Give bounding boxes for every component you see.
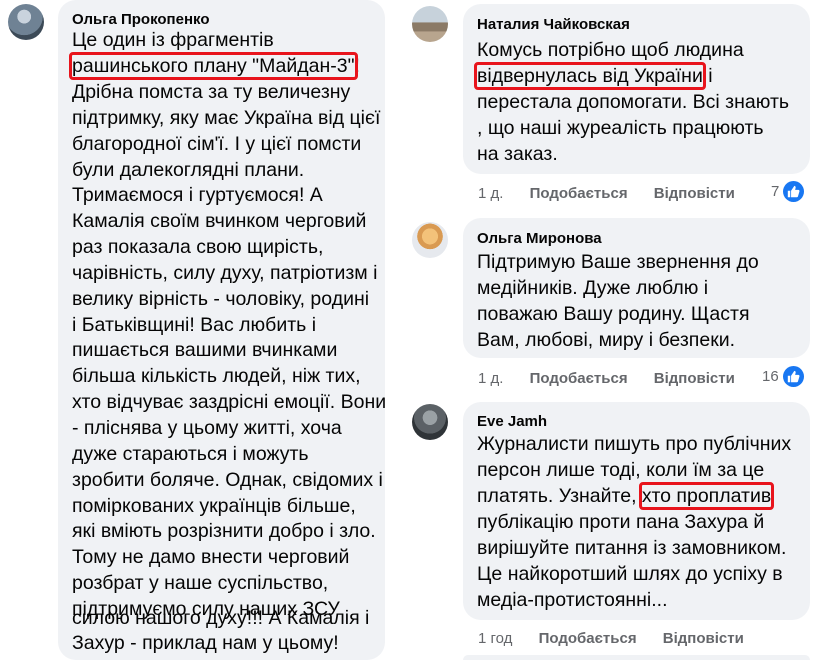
timestamp[interactable]: 1 д. xyxy=(478,370,503,387)
comment-text-line: медіа-протистоянні... xyxy=(477,589,668,611)
comment-text-line: раз показала свою щирість, xyxy=(72,236,324,258)
comment-text-line: - плiснява у цьому житті, хоча xyxy=(72,417,342,439)
comment-author[interactable]: Ольга Миронова xyxy=(477,230,602,247)
comment-text-line: підтримку, яку має Україна від цієї xyxy=(72,107,381,129)
comment-text-line: велику вірність - чоловіку, родині xyxy=(72,288,370,310)
comment-text-line: більша кількість людей, ніж тих, xyxy=(72,365,361,387)
comment-text-line: вирішуйте питання із замовником. xyxy=(477,537,787,559)
like-icon xyxy=(782,366,804,387)
highlight-box: рашинського плану "Майдан-3" xyxy=(69,52,358,80)
comment-text-line: Захур - приклад нам у цьому! xyxy=(72,632,339,654)
comment-text-line: дуже стараються і можуть xyxy=(72,443,309,465)
comment-text-line: , що наші журеалість працюють xyxy=(477,117,764,139)
timestamp[interactable]: 1 д. xyxy=(478,185,503,202)
comment-text-line: персон лише тоді, коли їм за це xyxy=(477,459,765,481)
comment-text-line: Тримаємося і гуртуємося! А xyxy=(72,184,323,206)
comment-text-line: відвернулась від України і xyxy=(474,62,713,90)
comment-text-line: платять. Узнайте, хто проплатив xyxy=(477,482,775,510)
comment-text-line: Це найкоротший шлях до успіху в xyxy=(477,563,783,585)
comment-text-line: були далекоглядні плани. xyxy=(72,159,305,181)
comment-meta: 1 д. Подобається Відповісти xyxy=(478,370,735,387)
avatar[interactable] xyxy=(8,4,44,40)
comment-author[interactable]: Наталия Чайковская xyxy=(477,16,630,33)
timestamp[interactable]: 1 год xyxy=(478,630,512,647)
like-icon xyxy=(783,181,805,202)
comment-text-line: Тому не дамо внести черговий xyxy=(72,546,350,568)
comment-text-line: Вам, любові, миру і безпеки. xyxy=(477,329,736,351)
comment-meta: 1 д. Подобається Відповісти xyxy=(478,185,735,202)
comment-text-line: публікацію проти пана Захура й xyxy=(477,511,765,533)
comment-text-line: Підтримую Ваше звернення до xyxy=(477,251,759,273)
comment-text-line: Це один із фрагментів xyxy=(72,29,274,51)
comment-meta: 1 год Подобається Відповісти xyxy=(478,630,744,647)
comment-text-line: поважаю Вашу родину. Щастя xyxy=(477,303,750,325)
comment-text-line: благородної сім'ї. І у цієї помсти xyxy=(72,133,362,155)
comment-bubble-chaikovskaya: Наталия Чайковская Комусь потрібно щоб л… xyxy=(463,4,810,174)
comment-text-line: рашинського плану "Майдан-3"! xyxy=(69,52,360,80)
comment-text-line: перестала допомогати. Всі знають xyxy=(477,91,790,113)
reply-button[interactable]: Відповісти xyxy=(663,630,744,647)
comment-text-line: і Батьківщині! Вас любить і xyxy=(72,314,317,336)
comment-text-line: поміркованих українців більше, xyxy=(72,495,356,517)
comment-text-line: пишається вашими вчинками xyxy=(72,339,338,361)
avatar[interactable] xyxy=(412,222,448,258)
reaction-number: 7 xyxy=(771,183,780,200)
comment-text-line: Дрібна помста за ту величезну xyxy=(72,81,351,103)
comment-text-line: розбрат у наше суспільство, xyxy=(72,572,329,594)
like-button[interactable]: Подобається xyxy=(530,185,628,202)
comment-text-line: силою нашого духу!!! А Камалія і xyxy=(72,607,370,629)
comment-text-line: чарівність, силу духу, патріотизм і xyxy=(72,262,378,284)
comment-text-line: Комусь потрібно щоб людина xyxy=(477,39,744,61)
like-button[interactable]: Подобається xyxy=(530,370,628,387)
avatar[interactable] xyxy=(412,6,448,42)
reaction-count[interactable]: 16 xyxy=(762,366,804,387)
comment-text-line: медійників. Дуже люблю і xyxy=(477,277,709,299)
reaction-number: 16 xyxy=(762,368,779,385)
avatar[interactable] xyxy=(412,404,448,440)
comment-text-line: зробити боляче. Однак, свідомих і xyxy=(72,469,383,491)
highlight-box: хто проплатив xyxy=(638,482,775,510)
comment-author[interactable]: Ольга Прокопенко xyxy=(72,11,210,28)
comment-text-line: Журналисти пишуть про публічних xyxy=(477,433,792,455)
comment-bubble-eve-jamh: Eve Jamh Журналисти пишуть про публічних… xyxy=(463,402,810,620)
comment-bubble-mironova: Ольга Миронова Підтримую Ваше звернення … xyxy=(463,218,810,358)
highlight-box: відвернулась від України xyxy=(474,62,706,90)
comment-text-line: на заказ. xyxy=(477,143,558,165)
reply-button[interactable]: Відповісти xyxy=(654,185,735,202)
comment-text-line: Камалія своїм вчинком черговий xyxy=(72,210,367,232)
next-comment-bubble xyxy=(463,655,810,660)
comment-text-line: хто відчуває заздрісні емоції. Вони xyxy=(72,391,387,413)
comment-text-line: які вміють розрізнити добро і зло. xyxy=(72,520,376,542)
comment-bubble-prokopenko: Ольга Прокопенко Це один із фрагментів р… xyxy=(58,0,387,660)
like-button[interactable]: Подобається xyxy=(539,630,637,647)
reply-button[interactable]: Відповісти xyxy=(654,370,735,387)
reaction-count[interactable]: 7 xyxy=(771,181,805,202)
comment-author[interactable]: Eve Jamh xyxy=(477,413,547,430)
